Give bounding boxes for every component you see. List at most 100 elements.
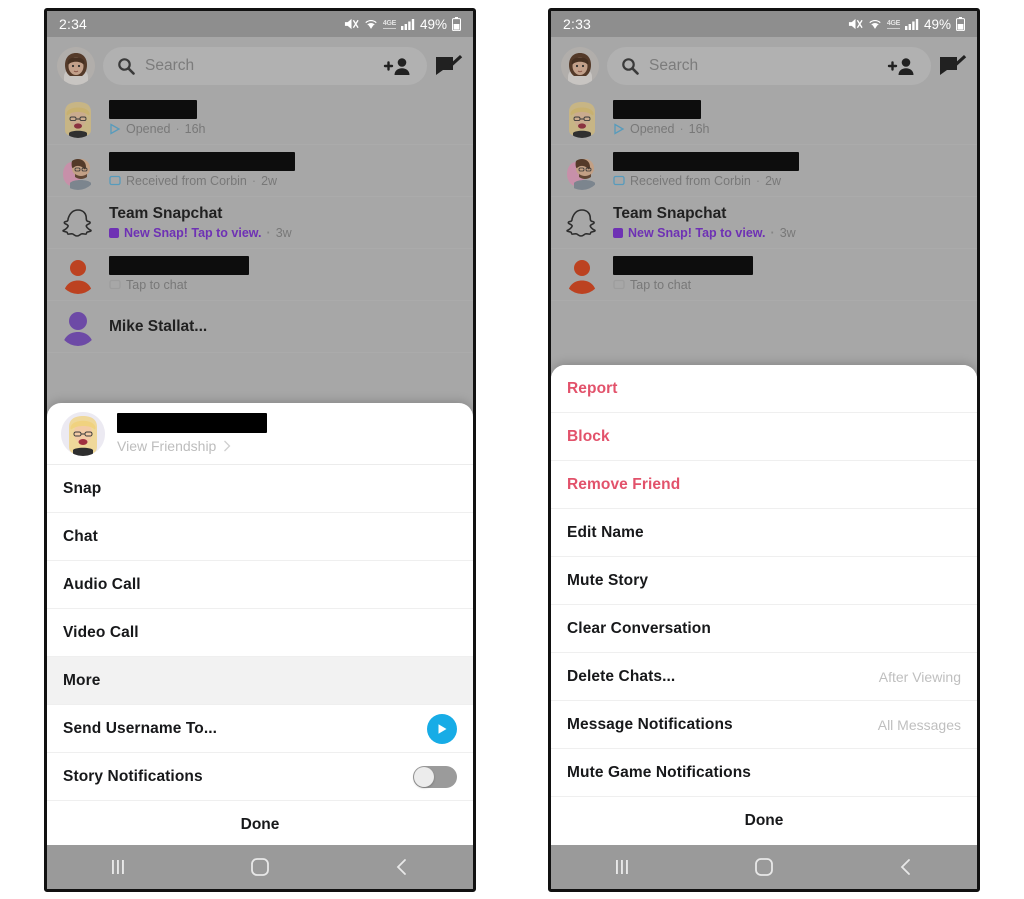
blonde-bitmoji-avatar[interactable] [61,411,105,456]
wifi-icon [364,17,378,31]
done-button[interactable]: Done [551,797,977,845]
battery-percent: 49% [419,16,447,32]
left-phone-frame: 2:34 4GE 49% Search Opened · 16h Receive… [44,8,476,892]
home-icon[interactable] [230,845,290,889]
recents-icon[interactable] [592,845,652,889]
blonde-bitmoji-avatar[interactable] [563,100,601,138]
new-chat-icon[interactable] [435,54,463,78]
sheet-row-block[interactable]: Block [551,413,977,461]
chat-time: 3w [275,226,292,240]
right-nav-bar [551,845,977,889]
mute-icon [848,17,863,31]
chat-row[interactable]: Tap to chat [551,249,977,301]
network-type-icon: 4GE [886,19,900,29]
sheet-row-remove-friend[interactable]: Remove Friend [551,461,977,509]
sheet-row-value: After Viewing [878,668,961,685]
my-bitmoji-avatar[interactable] [561,47,599,85]
sheet-row-label: Chat [63,527,98,545]
sheet-row-video-call[interactable]: Video Call [47,609,473,657]
left-action-sheet: View Friendship Snap Chat Audio Call Vid… [47,403,473,845]
left-top-bar: Search [47,37,473,93]
chat-row[interactable]: Mike Stallat... [47,301,473,353]
status-time: 2:34 [59,16,88,32]
chat-name-redacted [613,152,799,171]
chat-row[interactable]: Received from Corbin · 2w [551,145,977,197]
back-icon[interactable] [372,845,432,889]
chat-row[interactable]: Opened · 16h [551,93,977,145]
chat-row[interactable]: Team Snapchat New Snap! Tap to view. · 3… [47,197,473,249]
sheet-row-delete-chats[interactable]: Delete Chats... After Viewing [551,653,977,701]
right-phone-frame: 2:33 4GE 49% Search Opened · 16h Receive… [548,8,980,892]
chat-text: Opened · 16h [109,100,461,137]
my-bitmoji-avatar[interactable] [57,47,95,85]
left-status-bar: 2:34 4GE 49% [47,11,473,37]
wifi-icon [868,17,882,31]
sheet-row-label: Edit Name [567,523,644,541]
dot-separator: · [679,122,684,136]
chat-text: Tap to chat [613,256,965,293]
sheet-row-mute-game-notifications[interactable]: Mute Game Notifications [551,749,977,797]
search-input[interactable]: Search [607,47,931,85]
chat-row[interactable]: Tap to chat [47,249,473,301]
snapchat-ghost-icon [563,204,601,242]
sheet-row-label: Send Username To... [63,719,218,737]
blonde-bitmoji-avatar[interactable] [59,100,97,138]
right-action-sheet: Report Block Remove Friend Edit Name Mut… [551,365,977,845]
sheet-row-label: Report [567,379,618,397]
two-phone-comparison: 2:34 4GE 49% Search Opened · 16h Receive… [0,0,1024,899]
done-button[interactable]: Done [47,801,473,845]
sheet-row-edit-name[interactable]: Edit Name [551,509,977,557]
sheet-row-more[interactable]: More [47,657,473,705]
chat-status: Tap to chat [109,277,461,293]
sheet-row-label: Message Notifications [567,715,733,733]
search-icon [621,57,639,75]
signal-bars-icon [904,18,919,30]
add-friend-icon[interactable] [887,56,917,76]
chat-status-text: Opened [630,122,675,136]
chat-name-redacted [613,256,753,275]
chat-row[interactable]: Opened · 16h [47,93,473,145]
search-input[interactable]: Search [103,47,427,85]
back-icon[interactable] [876,845,936,889]
signal-bars-icon [400,18,415,30]
chat-status: New Snap! Tap to view. · 3w [109,225,461,241]
story-notifications-toggle[interactable] [413,765,457,788]
search-icon [117,57,135,75]
new-chat-icon[interactable] [939,54,967,78]
left-phone-screen: 2:34 4GE 49% Search Opened · 16h Receive… [47,11,473,889]
chat-row[interactable]: Team Snapchat New Snap! Tap to view. · 3… [551,197,977,249]
sheet-row-report[interactable]: Report [551,365,977,413]
couple-bitmoji-avatar[interactable] [563,152,601,190]
sheet-row-snap[interactable]: Snap [47,465,473,513]
snap-opened-icon [110,123,121,135]
sheet-row-clear-conversation[interactable]: Clear Conversation [551,605,977,653]
sheet-row-label: Clear Conversation [567,619,711,637]
sheet-row-label: Block [567,427,610,445]
chat-status: Received from Corbin · 2w [109,173,461,189]
chat-name-redacted [109,100,197,119]
dot-separator: · [770,226,775,240]
snapchat-ghost-icon [59,204,97,242]
add-friend-icon[interactable] [383,56,413,76]
sheet-row-audio-call[interactable]: Audio Call [47,561,473,609]
view-friendship-link[interactable]: View Friendship [117,438,459,454]
chat-text: Team Snapchat New Snap! Tap to view. · 3… [613,204,965,241]
sheet-row-label: Delete Chats... [567,667,676,685]
sheet-row-story-notifications[interactable]: Story Notifications [47,753,473,801]
home-icon[interactable] [734,845,794,889]
chat-name-redacted [613,100,701,119]
couple-bitmoji-avatar[interactable] [59,152,97,190]
right-chat-list: Opened · 16h Received from Corbin · 2w T… [551,93,977,301]
chat-received-icon [109,175,121,186]
friend-profile-header[interactable]: View Friendship [47,403,473,465]
done-label: Done [240,816,280,833]
sheet-row-message-notifications[interactable]: Message Notifications All Messages [551,701,977,749]
send-icon[interactable] [427,713,457,744]
sheet-row-label: Audio Call [63,575,141,593]
sheet-row-chat[interactable]: Chat [47,513,473,561]
sheet-row-mute-story[interactable]: Mute Story [551,557,977,605]
chat-status: Opened · 16h [109,121,461,137]
chat-row[interactable]: Received from Corbin · 2w [47,145,473,197]
sheet-row-send-username[interactable]: Send Username To... [47,705,473,753]
recents-icon[interactable] [88,845,148,889]
